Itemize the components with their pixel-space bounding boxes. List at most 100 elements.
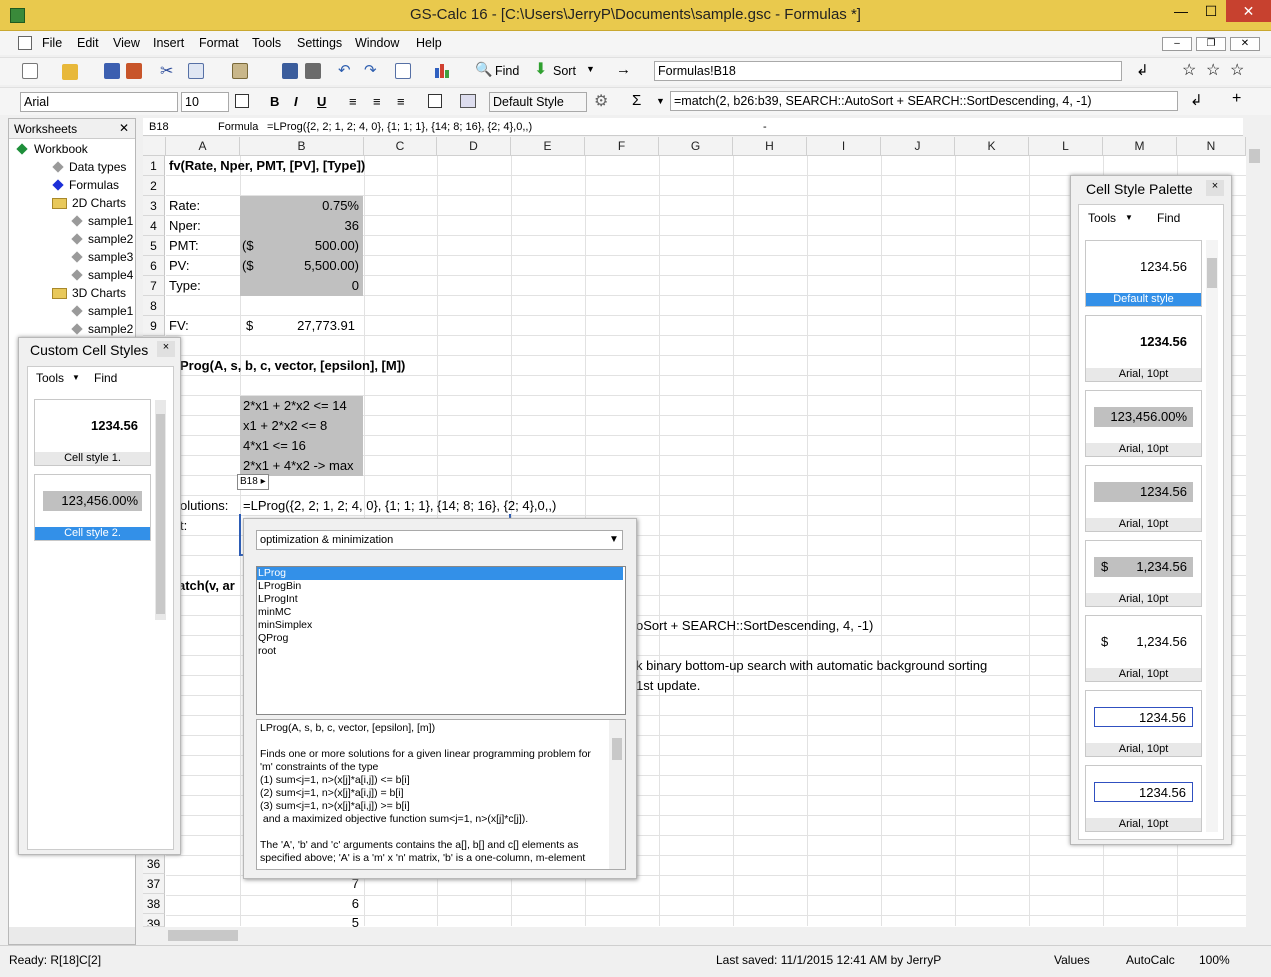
sum-dropdown-icon[interactable]: ▼ [656,96,665,106]
custom-style-2[interactable]: 123,456.00% Cell style 2. [34,474,151,541]
doc-icon[interactable] [18,36,32,50]
cell-a5[interactable]: PMT: [169,236,199,256]
mdi-close-button[interactable]: ✕ [1230,37,1260,51]
vertical-scrollbar[interactable] [1246,137,1263,927]
custom-styles-tools-menu[interactable]: Tools [36,371,64,385]
column-header-l[interactable]: L [1029,137,1103,156]
align-right-icon[interactable]: ≡ [397,94,405,109]
menu-tools[interactable]: Tools [252,36,281,50]
menu-window[interactable]: Window [355,36,399,50]
copy-icon[interactable] [188,63,204,79]
row-header[interactable]: 6 [143,256,165,276]
cell-a1[interactable]: fv(Rate, Nper, PMT, [PV], [Type]) [169,156,365,176]
status-autocalc[interactable]: AutoCalc [1126,953,1175,967]
worksheet-item[interactable]: sample3 [88,250,133,264]
row-header[interactable]: 2 [143,176,165,196]
star-icon[interactable]: ☆ [1182,60,1196,80]
description-scrollbar[interactable] [609,720,625,869]
mdi-restore-button[interactable]: ❐ [1196,37,1226,51]
worksheet-item[interactable]: sample2 [88,322,133,336]
worksheet-item[interactable]: sample1 [88,304,133,318]
column-header-i[interactable]: I [807,137,881,156]
cell-t-label[interactable]: t: [180,516,187,536]
cell-solutions-label[interactable]: olutions: [180,496,228,516]
palette-style-8[interactable]: 1234.56 Arial, 10pt [1085,765,1202,832]
sum-icon[interactable]: Σ [632,92,641,109]
function-list-item[interactable]: minSimplex [257,619,623,632]
cell-b9[interactable]: 27,773.91 [240,316,355,336]
font-select[interactable]: Arial [20,92,178,112]
star-add-icon[interactable]: ☆ [1206,60,1220,80]
menu-edit[interactable]: Edit [77,36,99,50]
find-icon[interactable]: 🔍 [475,61,492,78]
palette-scrollbar[interactable] [1206,240,1218,832]
star-remove-icon[interactable]: ☆ [1230,60,1244,80]
cell-lprog-title[interactable]: Prog(A, s, b, c, vector, [epsilon], [M]) [180,356,405,376]
cell-binary-search-note[interactable]: k binary bottom-up search with automatic… [636,656,987,676]
row-header[interactable]: 37 [143,874,165,894]
column-header-e[interactable]: E [511,137,585,156]
cell-a3[interactable]: Rate: [169,196,200,216]
cell-b39[interactable]: 5 [240,914,359,927]
cell-b4[interactable]: 36 [240,216,359,236]
column-header-f[interactable]: F [585,137,659,156]
worksheet-item[interactable]: Workbook [34,142,88,156]
column-header-j[interactable]: J [881,137,955,156]
bold-button[interactable]: B [270,94,279,109]
row-header[interactable]: 7 [143,276,165,296]
cell-format-icon[interactable] [460,94,476,108]
function-list-item[interactable]: LProgBin [257,580,623,593]
column-header-b[interactable]: B [240,137,364,156]
category-dropdown-icon[interactable]: ▼ [609,534,619,545]
border-icon[interactable] [235,94,249,108]
italic-button[interactable]: I [294,94,298,109]
sort-icon[interactable]: ⬇ [534,59,547,79]
function-list-item[interactable]: QProg [257,632,623,645]
palette-tools-menu[interactable]: Tools [1088,211,1116,225]
palette-style-6[interactable]: 1,234.56 $ Arial, 10pt [1085,615,1202,682]
cell-b38[interactable]: 6 [240,894,359,914]
worksheet-item[interactable]: Data types [69,160,126,174]
horizontal-scrollbar[interactable] [143,927,1246,944]
tools-dropdown-icon[interactable]: ▼ [72,373,80,382]
custom-styles-find[interactable]: Find [94,371,117,385]
worksheet-item[interactable]: Formulas [69,178,119,192]
cell-update-note[interactable]: 1st update. [636,676,700,696]
status-values[interactable]: Values [1054,953,1090,967]
worksheet-item[interactable]: 2D Charts [72,196,126,210]
style-select[interactable]: Default Style [489,92,587,112]
column-header-a[interactable]: A [166,137,240,156]
menu-format[interactable]: Format [199,36,239,50]
cell-reference-input[interactable]: Formulas!B18 [654,61,1122,81]
palette-close-button[interactable]: × [1206,180,1224,196]
worksheets-close-button[interactable]: ✕ [119,121,129,135]
row-header[interactable]: 1 [143,156,165,176]
cell-a7[interactable]: Type: [169,276,201,296]
column-header-c[interactable]: C [364,137,437,156]
redo-icon[interactable]: ↷ [364,61,377,79]
cell-match-formula[interactable]: oSort + SEARCH::SortDescending, 4, -1) [636,616,873,636]
row-header[interactable]: 36 [143,854,165,874]
cell-b18-editing[interactable]: =LProg({2, 2; 1, 2; 4, 0}, {1; 1; 1}, {1… [243,496,563,516]
print-preview-icon[interactable] [282,63,298,79]
cell-objective[interactable]: 2*x1 + 4*x2 -> max [243,456,354,476]
save-all-icon[interactable] [126,63,142,79]
print-icon[interactable] [305,63,321,79]
status-zoom[interactable]: 100% [1199,953,1230,967]
palette-style-4[interactable]: 1234.56 Arial, 10pt [1085,465,1202,532]
cell-b6[interactable]: 5,500.00) [240,256,359,276]
cell-b3[interactable]: 0.75% [240,196,359,216]
row-header[interactable]: 8 [143,296,165,316]
row-header[interactable]: 38 [143,894,165,914]
row-header[interactable]: 5 [143,236,165,256]
column-header-m[interactable]: M [1103,137,1177,156]
column-header-k[interactable]: K [955,137,1029,156]
cut-icon[interactable]: ✂ [160,61,173,81]
underline-button[interactable]: U [317,94,326,109]
custom-styles-scrollbar[interactable] [155,400,166,620]
custom-styles-close-button[interactable]: × [157,341,175,357]
chart-icon[interactable] [435,62,453,78]
column-header-g[interactable]: G [659,137,733,156]
row-header[interactable]: 39 [143,914,165,927]
minimize-button[interactable]: — [1166,0,1196,22]
